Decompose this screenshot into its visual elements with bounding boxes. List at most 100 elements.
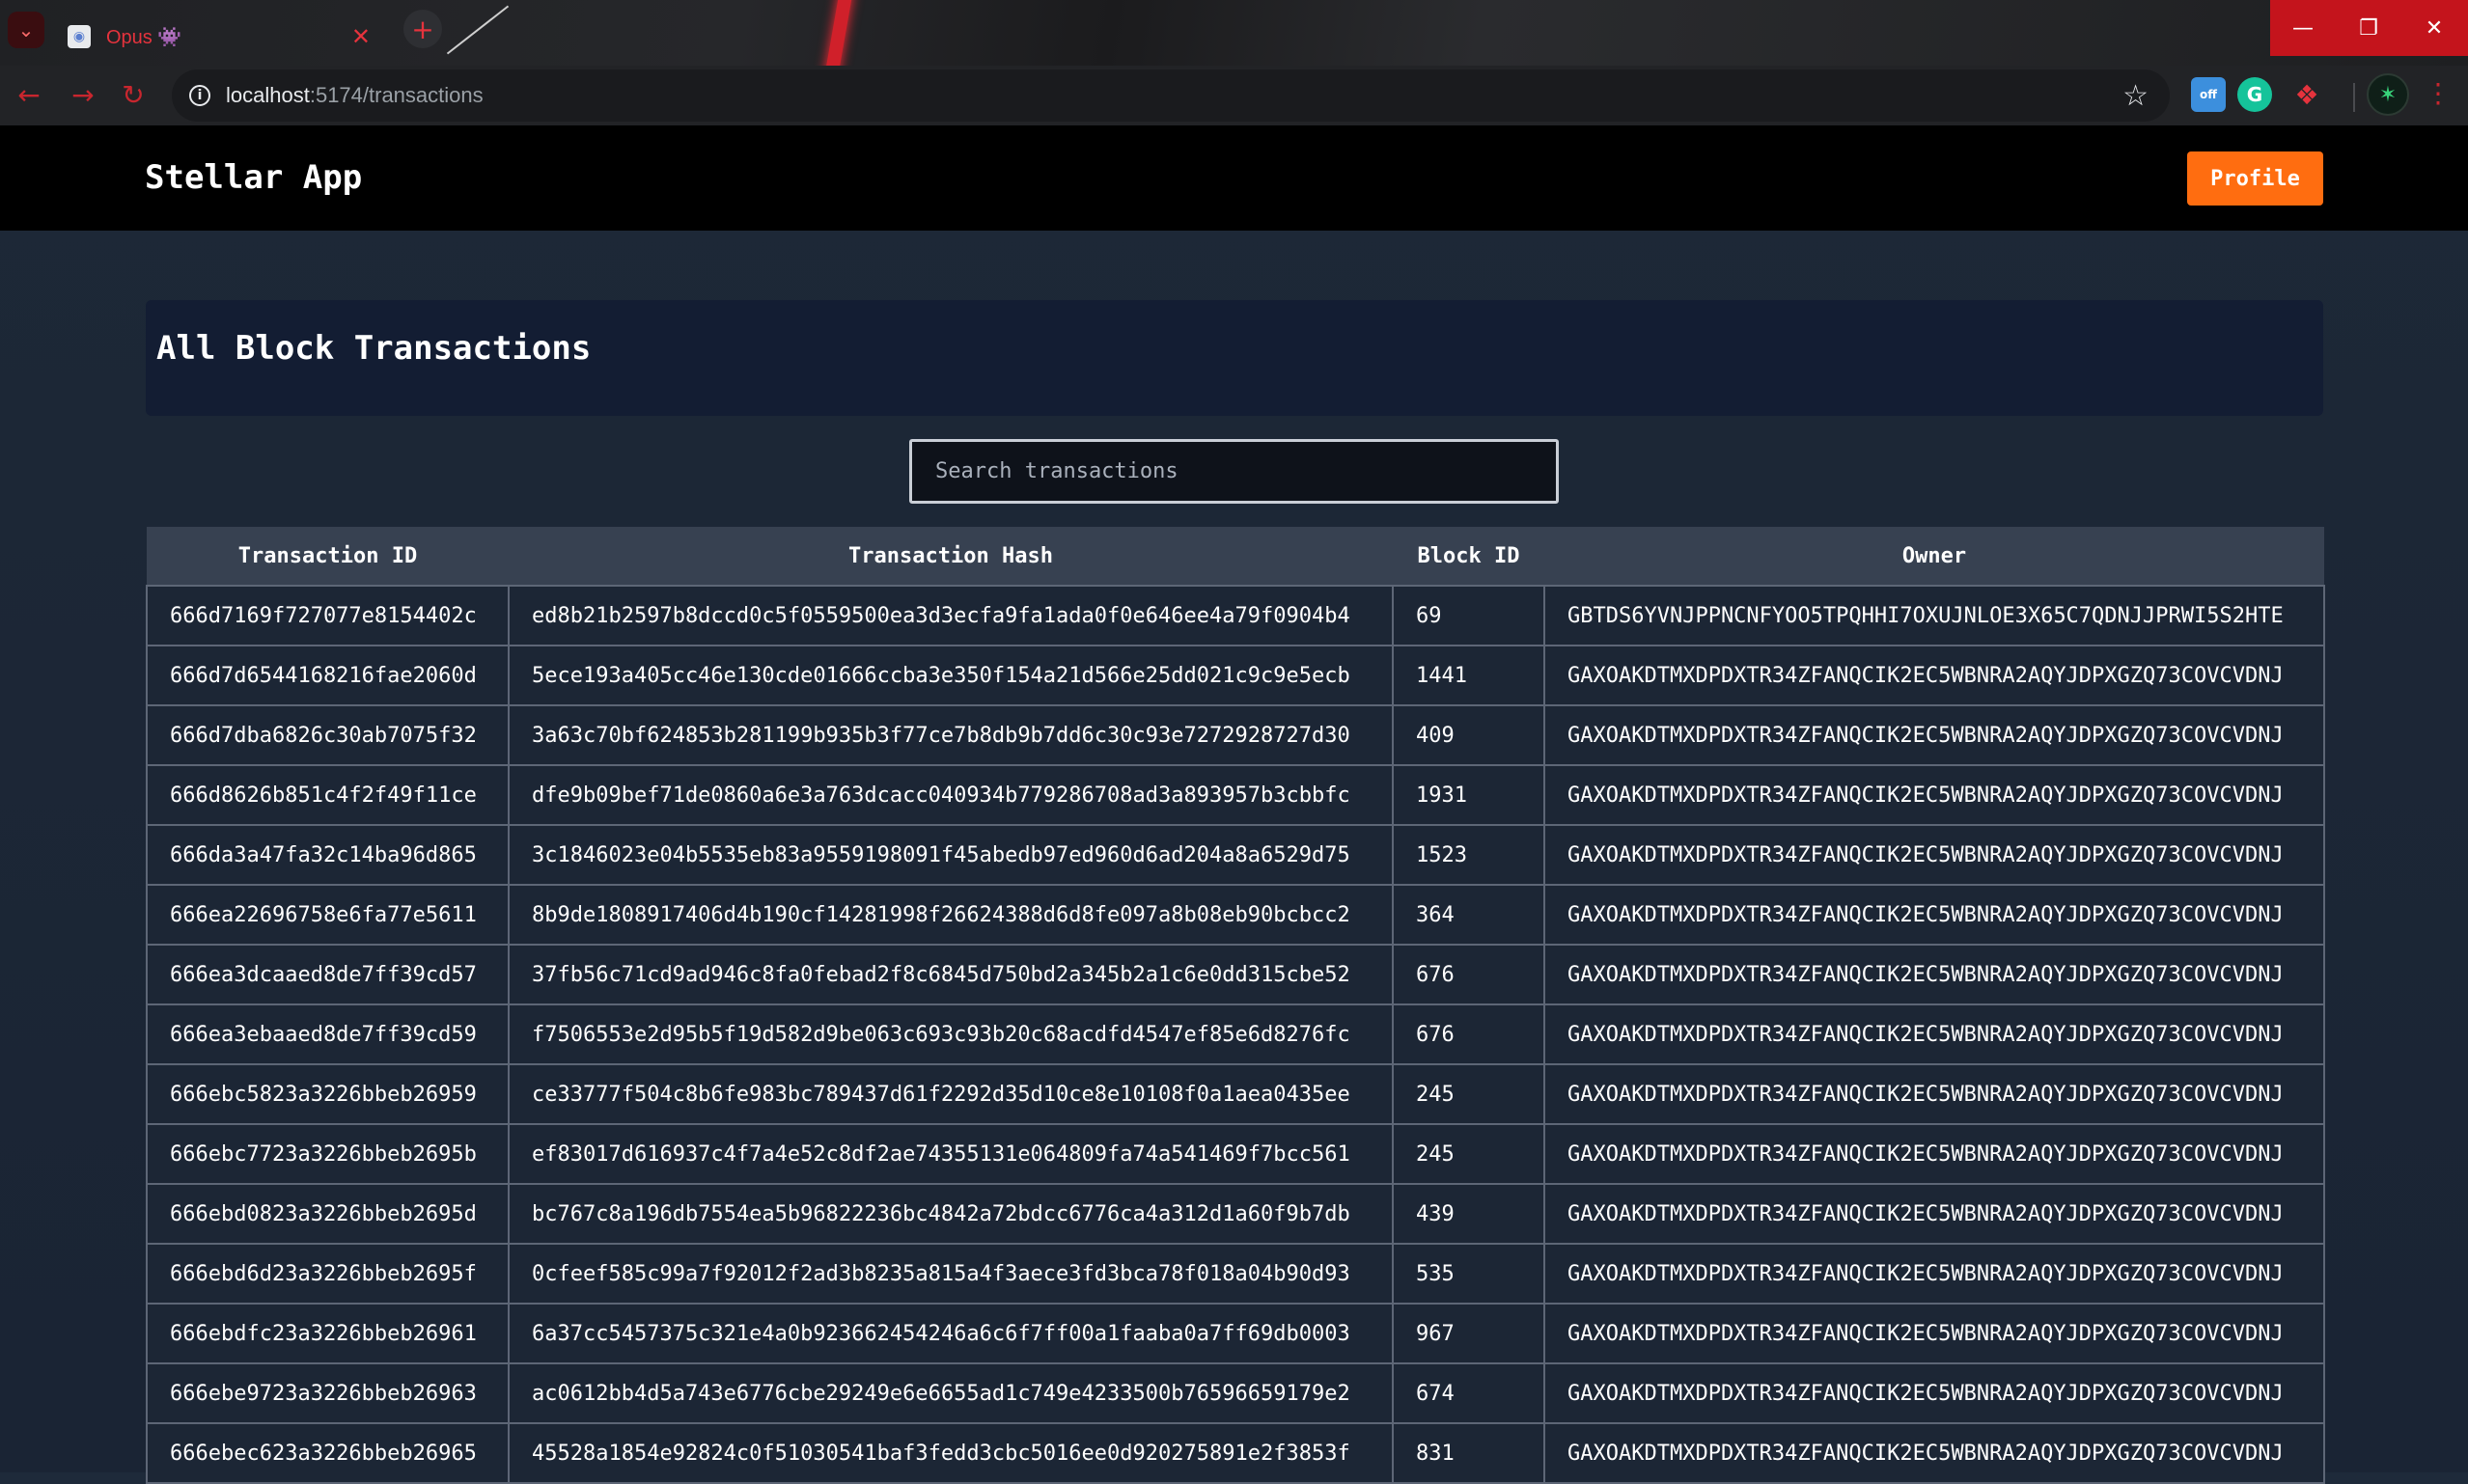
address-bar[interactable]: i localhost:5174/transactions ☆ — [172, 69, 2170, 122]
cell-block-id: 439 — [1392, 1183, 1545, 1245]
table-header-row: Transaction ID Transaction Hash Block ID… — [147, 527, 2324, 586]
cell-transaction-id: 666ea3ebaaed8de7ff39cd59 — [146, 1003, 510, 1065]
tab-search-chevron-icon[interactable]: ⌄ — [8, 12, 44, 48]
cell-transaction-hash: 3a63c70bf624853b281199b935b3f77ce7b8db9b… — [508, 704, 1394, 766]
cell-owner: GAXOAKDTMXDPDXTR34ZFANQCIK2EC5WBNRA2AQYJ… — [1543, 824, 2325, 886]
window-controls: — ❐ ✕ — [2270, 0, 2468, 56]
cell-transaction-hash: 8b9de1808917406d4b190cf14281998f26624388… — [508, 884, 1394, 946]
cell-owner: GAXOAKDTMXDPDXTR34ZFANQCIK2EC5WBNRA2AQYJ… — [1543, 704, 2325, 766]
app-header: Stellar App Profile — [0, 125, 2468, 231]
cell-owner: GAXOAKDTMXDPDXTR34ZFANQCIK2EC5WBNRA2AQYJ… — [1543, 1303, 2325, 1364]
cell-transaction-id: 666ebec623a3226bbeb26965 — [146, 1422, 510, 1484]
site-info-icon[interactable]: i — [189, 85, 210, 106]
column-header-transaction-hash: Transaction Hash — [509, 527, 1393, 586]
bookmark-star-icon[interactable]: ☆ — [2122, 79, 2149, 113]
cell-owner: GAXOAKDTMXDPDXTR34ZFANQCIK2EC5WBNRA2AQYJ… — [1543, 645, 2325, 706]
back-arrow-icon[interactable]: ← — [10, 75, 48, 114]
cell-transaction-id: 666d7dba6826c30ab7075f32 — [146, 704, 510, 766]
cell-owner: GBTDS6YVNJPPNCNFYOO5TPQHHI7OXUJNLOE3X65C… — [1543, 585, 2325, 646]
cell-transaction-id: 666ebc5823a3226bbeb26959 — [146, 1063, 510, 1125]
cell-block-id: 1523 — [1392, 824, 1545, 886]
tab-favicon-icon: ◉ — [68, 25, 91, 48]
cell-transaction-hash: 0cfeef585c99a7f92012f2ad3b8235a815a4f3ae… — [508, 1243, 1394, 1305]
cell-owner: GAXOAKDTMXDPDXTR34ZFANQCIK2EC5WBNRA2AQYJ… — [1543, 1123, 2325, 1185]
browser-tab-opus[interactable]: ◉ Opus 👾 ✕ — [56, 8, 384, 66]
column-header-block-id: Block ID — [1393, 527, 1544, 586]
cell-transaction-hash: ac0612bb4d5a743e6776cbe29249e6e6655ad1c7… — [508, 1362, 1394, 1424]
cell-transaction-hash: ed8b21b2597b8dccd0c5f0559500ea3d3ecfa9fa… — [508, 585, 1394, 646]
cell-transaction-id: 666ebd0823a3226bbeb2695d — [146, 1183, 510, 1245]
cell-block-id: 364 — [1392, 884, 1545, 946]
table-row: 666d7d6544168216fae2060d 5ece193a405cc46e… — [146, 645, 2325, 706]
cell-block-id: 409 — [1392, 704, 1545, 766]
cell-transaction-id: 666ea22696758e6fa77e5611 — [146, 884, 510, 946]
cell-transaction-hash: f7506553e2d95b5f19d582d9be063c693c93b20c… — [508, 1003, 1394, 1065]
cell-transaction-hash: ef83017d616937c4f7a4e52c8df2ae74355131e0… — [508, 1123, 1394, 1185]
cell-transaction-hash: 5ece193a405cc46e130cde01666ccba3e350f154… — [508, 645, 1394, 706]
browser-tab-strip: ⌄ ◉ Opus 👾 ✕ + — ❐ ✕ — [0, 0, 2468, 66]
page-title-card: All Block Transactions — [146, 300, 2323, 416]
url-text[interactable]: localhost:5174/transactions — [226, 83, 484, 108]
extension-off-icon[interactable]: off — [2191, 77, 2226, 112]
wallpaper-streak — [824, 0, 853, 66]
cell-transaction-hash: ce33777f504c8b6fe983bc789437d61f2292d35d… — [508, 1063, 1394, 1125]
cell-transaction-id: 666ebc7723a3226bbeb2695b — [146, 1123, 510, 1185]
cell-transaction-hash: 37fb56c71cd9ad946c8fa0febad2f8c6845d750b… — [508, 944, 1394, 1005]
cell-owner: GAXOAKDTMXDPDXTR34ZFANQCIK2EC5WBNRA2AQYJ… — [1543, 884, 2325, 946]
cell-owner: GAXOAKDTMXDPDXTR34ZFANQCIK2EC5WBNRA2AQYJ… — [1543, 1362, 2325, 1424]
cell-transaction-id: 666ebdfc23a3226bbeb26961 — [146, 1303, 510, 1364]
table-row: 666ebdfc23a3226bbeb26961 6a37cc5457375c32… — [146, 1303, 2325, 1364]
cell-owner: GAXOAKDTMXDPDXTR34ZFANQCIK2EC5WBNRA2AQYJ… — [1543, 1422, 2325, 1484]
cell-transaction-hash: 6a37cc5457375c321e4a0b923662454246a6c6f7… — [508, 1303, 1394, 1364]
table-row: 666ebd6d23a3226bbeb2695f 0cfeef585c99a7f9… — [146, 1243, 2325, 1305]
cell-block-id: 245 — [1392, 1123, 1545, 1185]
wallpaper-line — [446, 5, 510, 55]
table-row: 666d7169f727077e8154402c ed8b21b2597b8dcc… — [146, 585, 2325, 646]
cell-block-id: 676 — [1392, 944, 1545, 1005]
restore-icon[interactable]: ❐ — [2336, 0, 2401, 56]
cell-transaction-hash: dfe9b09bef71de0860a6e3a763dcacc040934b77… — [508, 764, 1394, 826]
grammarly-letter: G — [2246, 83, 2263, 106]
tab-title: Opus 👾 — [106, 26, 182, 48]
cell-owner: GAXOAKDTMXDPDXTR34ZFANQCIK2EC5WBNRA2AQYJ… — [1543, 944, 2325, 1005]
cell-block-id: 676 — [1392, 1003, 1545, 1065]
table-row: 666d7dba6826c30ab7075f32 3a63c70bf624853b… — [146, 704, 2325, 766]
cell-block-id: 674 — [1392, 1362, 1545, 1424]
table-row: 666d8626b851c4f2f49f11ce dfe9b09bef71de08… — [146, 764, 2325, 826]
extension-off-badge: off — [2200, 88, 2217, 101]
cell-block-id: 831 — [1392, 1422, 1545, 1484]
forward-arrow-icon[interactable]: → — [64, 75, 102, 114]
cell-block-id: 535 — [1392, 1243, 1545, 1305]
cell-transaction-id: 666d7169f727077e8154402c — [146, 585, 510, 646]
cell-transaction-hash: bc767c8a196db7554ea5b96822236bc4842a72bd… — [508, 1183, 1394, 1245]
table-row: 666ebd0823a3226bbeb2695d bc767c8a196db755… — [146, 1183, 2325, 1245]
column-header-transaction-id: Transaction ID — [147, 527, 509, 586]
toolbar-divider — [2353, 83, 2355, 112]
cell-transaction-hash: 45528a1854e92824c0f51030541baf3fedd3cbc5… — [508, 1422, 1394, 1484]
close-window-icon[interactable]: ✕ — [2401, 0, 2467, 56]
cell-transaction-id: 666ebd6d23a3226bbeb2695f — [146, 1243, 510, 1305]
extensions-puzzle-icon[interactable]: ❖ — [2289, 77, 2324, 112]
tab-close-icon[interactable]: ✕ — [351, 23, 371, 50]
cell-transaction-hash: 3c1846023e04b5535eb83a9559198091f45abedb… — [508, 824, 1394, 886]
search-input[interactable] — [909, 439, 1559, 504]
profile-avatar-icon[interactable]: ✶ — [2367, 73, 2409, 116]
profile-button[interactable]: Profile — [2187, 151, 2323, 206]
table-row: 666ebec623a3226bbeb26965 45528a1854e92824… — [146, 1422, 2325, 1484]
brand-title[interactable]: Stellar App — [145, 158, 362, 197]
table-row: 666ea3dcaaed8de7ff39cd57 37fb56c71cd9ad94… — [146, 944, 2325, 1005]
cell-block-id: 1441 — [1392, 645, 1545, 706]
grammarly-icon[interactable]: G — [2237, 77, 2272, 112]
transactions-table: Transaction ID Transaction Hash Block ID… — [146, 527, 2325, 1484]
new-tab-plus-icon[interactable]: + — [403, 10, 442, 48]
cell-block-id: 69 — [1392, 585, 1545, 646]
table-row: 666ebc5823a3226bbeb26959 ce33777f504c8b6f… — [146, 1063, 2325, 1125]
cell-transaction-id: 666da3a47fa32c14ba96d865 — [146, 824, 510, 886]
reload-icon[interactable]: ↻ — [114, 75, 153, 114]
browser-menu-icon[interactable]: ⋮ — [2425, 77, 2452, 109]
cell-transaction-id: 666d7d6544168216fae2060d — [146, 645, 510, 706]
table-row: 666ea22696758e6fa77e5611 8b9de1808917406d… — [146, 884, 2325, 946]
app-viewport: Stellar App Profile All Block Transactio… — [0, 125, 2468, 1484]
table-row: 666ebe9723a3226bbeb26963 ac0612bb4d5a743e… — [146, 1362, 2325, 1424]
minimize-icon[interactable]: — — [2270, 0, 2336, 56]
